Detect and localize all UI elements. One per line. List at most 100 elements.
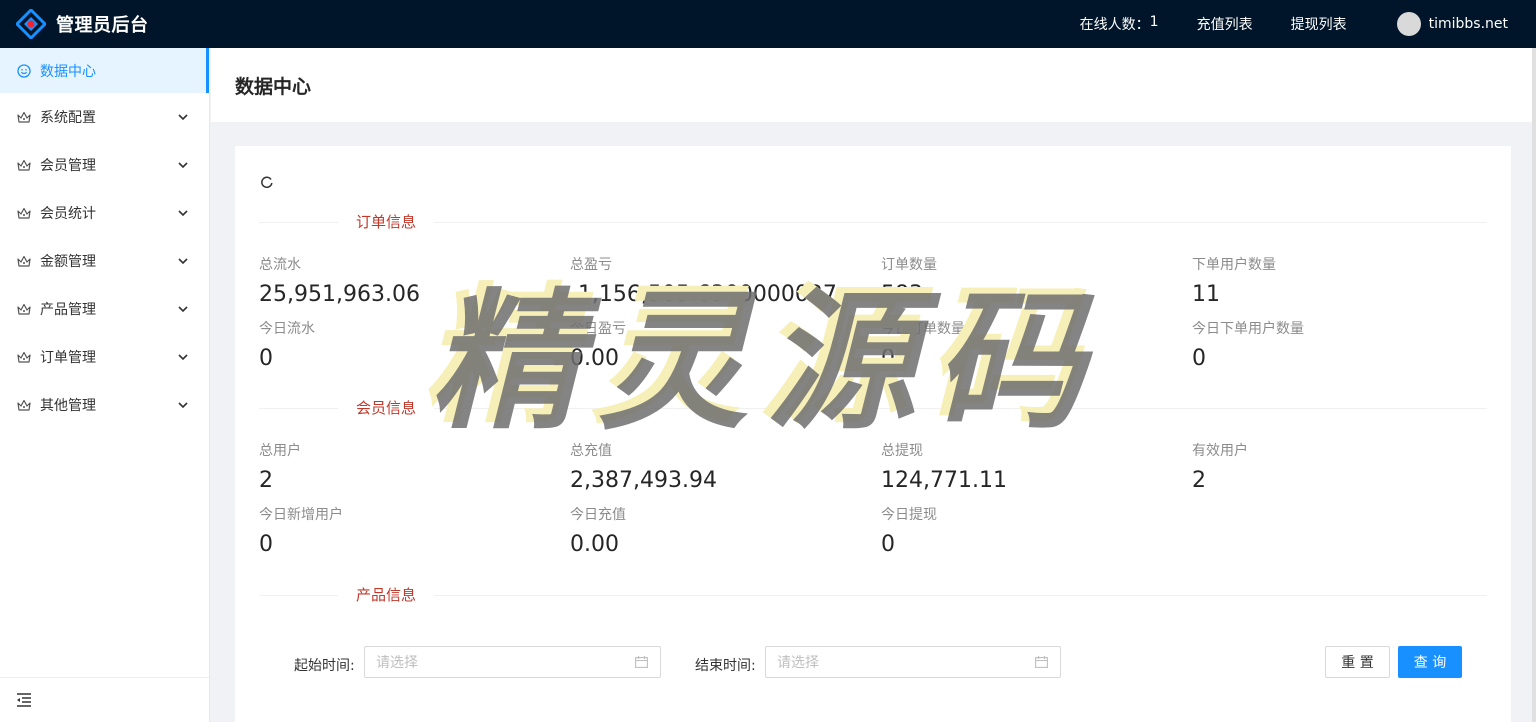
- stat-value: 2,387,493.94: [570, 468, 717, 493]
- sidebar-item-amount-management[interactable]: 金额管理: [0, 237, 209, 285]
- stat-total-recharge: 总充值 2,387,493.94: [570, 440, 717, 493]
- online-count: 1: [1149, 14, 1159, 30]
- section-title-orders: 订单信息: [338, 212, 435, 232]
- stat-value: 0: [881, 532, 895, 557]
- stat-today-turnover: 今日流水 0: [259, 318, 315, 371]
- stat-value: 2: [1192, 468, 1206, 493]
- user-menu[interactable]: timibbs.net: [1396, 12, 1508, 36]
- online-users: 在线人数： 1: [1080, 14, 1159, 34]
- sidebar-item-order-management[interactable]: 订单管理: [0, 333, 209, 381]
- start-date-picker[interactable]: 请选择: [364, 646, 661, 678]
- stat-value: 0: [259, 532, 273, 557]
- stat-value: 0: [881, 346, 895, 371]
- stat-today-profit-loss: 今日盈亏 0.00: [570, 318, 626, 371]
- stat-total-users: 总用户 2: [259, 440, 301, 493]
- section-title-members: 会员信息: [338, 398, 435, 418]
- logo[interactable]: 管理员后台: [0, 9, 210, 39]
- stat-value: 25,951,963.06: [259, 282, 420, 307]
- chevron-down-icon: [173, 113, 193, 121]
- sidebar-item-system-config[interactable]: 系统配置: [0, 93, 209, 141]
- stat-value: 11: [1192, 282, 1220, 307]
- sidebar-item-label: 会员统计: [40, 206, 96, 222]
- stat-label: 总提现: [881, 443, 923, 459]
- smile-icon: [16, 63, 32, 79]
- stat-today-withdraw: 今日提现 0: [881, 504, 937, 557]
- chevron-down-icon: [173, 257, 193, 265]
- crown-icon: [16, 253, 32, 269]
- crown-icon: [16, 109, 32, 125]
- stat-today-recharge: 今日充值 0.00: [570, 504, 626, 557]
- sidebar-item-label: 数据中心: [40, 63, 96, 80]
- sidebar-item-other-management[interactable]: 其他管理: [0, 381, 209, 429]
- stat-value: -1,156,505.6300000027: [570, 282, 837, 307]
- sidebar-item-dashboard[interactable]: 数据中心: [0, 48, 209, 93]
- logo-icon: [16, 9, 46, 39]
- withdraw-list-link[interactable]: 提现列表: [1291, 14, 1347, 34]
- stat-total-profit-loss: 总盈亏 -1,156,505.6300000027: [570, 254, 837, 307]
- stat-label: 总充值: [570, 443, 612, 459]
- start-time-label: 起始时间:: [294, 658, 355, 674]
- crown-icon: [16, 205, 32, 221]
- sidebar-item-label: 系统配置: [40, 110, 96, 126]
- stat-label: 今日新增用户: [259, 507, 343, 523]
- stat-label: 总流水: [259, 257, 301, 273]
- stat-today-new-users: 今日新增用户 0: [259, 504, 343, 557]
- stat-label: 今日订单数量: [881, 321, 965, 337]
- sidebar-item-member-stats[interactable]: 会员统计: [0, 189, 209, 237]
- sidebar-item-label: 产品管理: [40, 302, 96, 318]
- stat-label: 今日充值: [570, 507, 626, 523]
- start-date-placeholder: 请选择: [376, 655, 418, 671]
- stat-label: 订单数量: [881, 257, 937, 273]
- top-header: 管理员后台 在线人数： 1 充值列表 提现列表 timibbs.net: [0, 0, 1536, 48]
- stat-value: 0.00: [570, 532, 619, 557]
- crown-icon: [16, 349, 32, 365]
- end-time-label: 结束时间:: [695, 658, 756, 674]
- chevron-down-icon: [173, 305, 193, 313]
- chevron-down-icon: [173, 209, 193, 217]
- section-title-products: 产品信息: [338, 585, 435, 605]
- dashboard-card: 订单信息 总流水 25,951,963.06 总盈亏 -1,156,505.63…: [235, 146, 1511, 722]
- sidebar-item-label: 会员管理: [40, 158, 96, 174]
- recharge-list-link[interactable]: 充值列表: [1197, 14, 1253, 34]
- crown-icon: [16, 157, 32, 173]
- crown-icon: [16, 397, 32, 413]
- reset-button[interactable]: 重 置: [1325, 646, 1390, 678]
- reload-icon[interactable]: [259, 174, 275, 190]
- stat-label: 下单用户数量: [1192, 257, 1276, 273]
- stat-label: 今日盈亏: [570, 321, 626, 337]
- section-divider-members: 会员信息: [259, 398, 1487, 418]
- chevron-down-icon: [173, 401, 193, 409]
- sidebar-item-label: 金额管理: [40, 254, 96, 270]
- date-filter-form: 起始时间: 请选择 结束时间: 请选择 重 置 查 询: [235, 646, 1511, 680]
- end-date-picker[interactable]: 请选择: [765, 646, 1061, 678]
- calendar-icon: [1035, 656, 1048, 668]
- sidebar-collapse-toggle[interactable]: [0, 677, 209, 722]
- end-date-placeholder: 请选择: [777, 655, 819, 671]
- sidebar-item-member-management[interactable]: 会员管理: [0, 141, 209, 189]
- stat-ordering-users: 下单用户数量 11: [1192, 254, 1276, 307]
- calendar-icon: [635, 656, 648, 668]
- page-scrollbar[interactable]: [1532, 48, 1536, 722]
- chevron-down-icon: [173, 161, 193, 169]
- sidebar-item-product-management[interactable]: 产品管理: [0, 285, 209, 333]
- page-title: 数据中心: [235, 75, 312, 98]
- section-divider-orders: 订单信息: [259, 212, 1487, 232]
- stat-label: 今日流水: [259, 321, 315, 337]
- sidebar: 数据中心 系统配置 会员管理 会员统计 金额管理 产品管理 订单管理 其他管理: [0, 48, 210, 722]
- stat-today-order-count: 今日订单数量 0: [881, 318, 965, 371]
- stat-value: 124,771.11: [881, 468, 1007, 493]
- stat-label: 总用户: [259, 443, 301, 459]
- app-title: 管理员后台: [56, 15, 149, 36]
- query-button[interactable]: 查 询: [1398, 646, 1462, 678]
- stat-label: 今日下单用户数量: [1192, 321, 1304, 337]
- sidebar-item-label: 订单管理: [40, 350, 96, 366]
- stat-value: 583: [881, 282, 923, 307]
- menu-fold-icon: [17, 693, 31, 707]
- page-header: 数据中心: [211, 48, 1536, 122]
- stat-value: 0.00: [570, 346, 619, 371]
- username: timibbs.net: [1428, 16, 1508, 32]
- stat-value: 0: [1192, 346, 1206, 371]
- stat-order-count: 订单数量 583: [881, 254, 937, 307]
- stat-label: 总盈亏: [570, 257, 612, 273]
- section-divider-products: 产品信息: [259, 585, 1487, 605]
